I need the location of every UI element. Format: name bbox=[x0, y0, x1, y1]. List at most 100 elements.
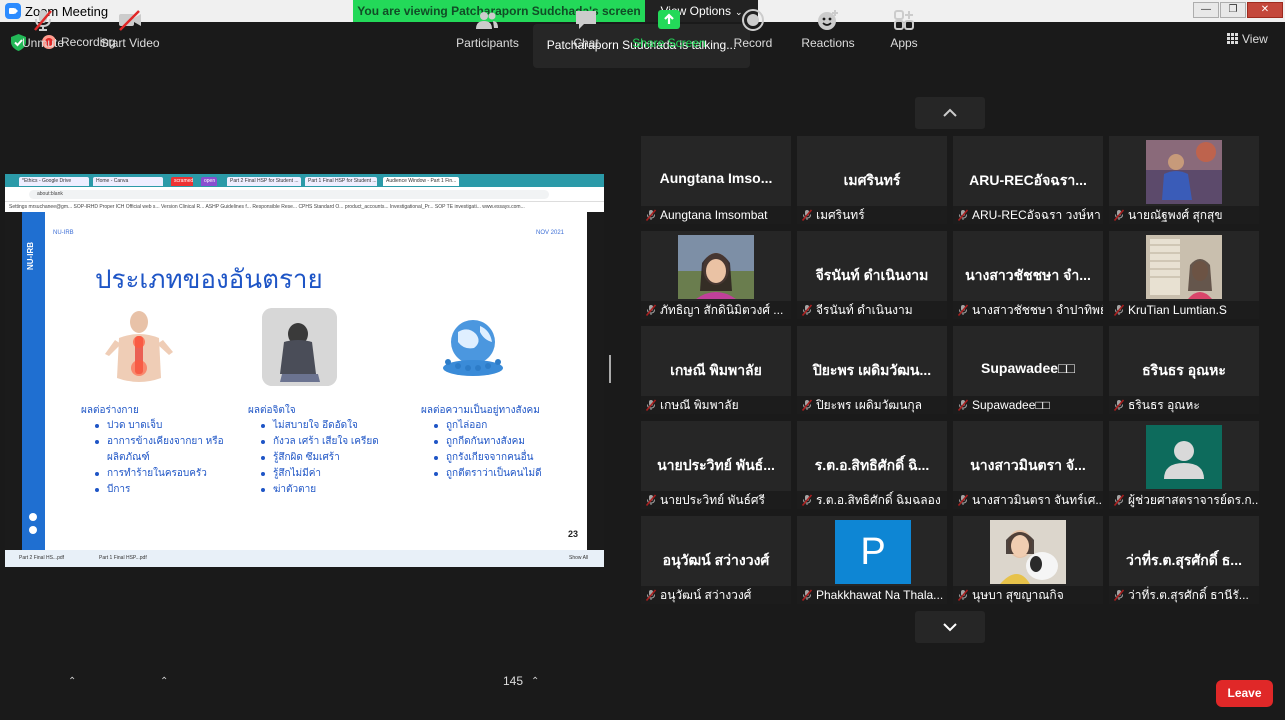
audio-options-caret-icon[interactable]: ⌃ bbox=[68, 676, 80, 688]
participant-name-label: ผู้ช่วยศาสตราจารย์ดร.ก... bbox=[1109, 491, 1259, 509]
participant-tile[interactable]: นุษบา สุขญาณกิจ bbox=[953, 516, 1103, 604]
browser-tab: *Ethics - Google Drive bbox=[19, 177, 89, 186]
gallery-prev-page-button[interactable] bbox=[915, 97, 985, 129]
chevron-down-icon bbox=[943, 623, 957, 632]
record-label: Record bbox=[733, 36, 773, 50]
participants-label: Participants bbox=[456, 36, 519, 50]
slide-left-margin bbox=[5, 212, 22, 550]
apps-button[interactable]: Apps bbox=[884, 0, 924, 57]
video-options-caret-icon[interactable]: ⌃ bbox=[160, 676, 172, 688]
participant-name-label: ธรินธร อุณหะ bbox=[1109, 396, 1259, 414]
slide-page-number: 23 bbox=[568, 529, 579, 539]
participant-tile[interactable]: นายณัฐพงศ์ สุกสุข bbox=[1109, 136, 1259, 224]
zoom-meeting-window: { "window": {"title": "Zoom Meeting", "m… bbox=[0, 0, 1285, 720]
participant-display-name: อนุวัฒน์ สว่างวงศ์ bbox=[662, 552, 770, 568]
participant-name-label: ARU-RECอัจฉรา วงษ์หา bbox=[953, 206, 1103, 224]
participant-tile[interactable]: Aungtana Imso... Aungtana Imsombat bbox=[641, 136, 791, 224]
participant-tile[interactable]: เมศรินทร์ เมศรินทร์ bbox=[797, 136, 947, 224]
participant-name-label: นุษบา สุขญาณกิจ bbox=[953, 586, 1103, 604]
participant-tile[interactable]: ผู้ช่วยศาสตราจารย์ดร.ก... bbox=[1109, 421, 1259, 509]
slide-list-item: ถูกกีดกันทางสังคม bbox=[434, 434, 584, 450]
participant-tile[interactable]: ว่าที่ร.ต.สุรศักดิ์ ธ... ว่าที่ร.ต.สุรศัก… bbox=[1109, 516, 1259, 604]
participant-name-label: นายณัฐพงศ์ สุกสุข bbox=[1109, 206, 1259, 224]
participant-tile[interactable]: ธรินธร อุณหะ ธรินธร อุณหะ bbox=[1109, 326, 1259, 414]
back-pain-image bbox=[105, 311, 173, 382]
participant-display-name: เมศรินทร์ bbox=[843, 172, 901, 188]
participant-name-label: นางสาวชัชชษา จำปาทิพย์ bbox=[953, 301, 1103, 319]
participant-name-label: Aungtana Imsombat bbox=[641, 206, 791, 224]
participant-display-name: Aungtana Imso... bbox=[659, 170, 773, 186]
participant-name-label: อนุวัฒน์ สว่างวงศ์ bbox=[641, 586, 791, 604]
participants-button[interactable]: Participants bbox=[455, 0, 520, 57]
participant-tile[interactable]: P Phakkhawat Na Thala... bbox=[797, 516, 947, 604]
participant-tile[interactable]: นางสาวมินตรา จั... นางสาวมินตรา จันทร์เศ.… bbox=[953, 421, 1103, 509]
maximize-button[interactable]: ❐ bbox=[1220, 2, 1246, 18]
slide-list-item: กังวล เศร้า เสียใจ เครียด bbox=[261, 434, 411, 450]
shared-screen: *Ethics - Google Drive Home - Canva scra… bbox=[5, 174, 604, 567]
participant-name-label: ร.ต.อ.สิทธิศักดิ์ ฉิมฉลอง bbox=[797, 491, 947, 509]
participant-name-label: เกษณี พิมพาลัย bbox=[641, 396, 791, 414]
participant-initial: P bbox=[835, 520, 911, 584]
minimize-button[interactable]: — bbox=[1193, 2, 1219, 18]
slide-list-item: ฆ่าตัวตาย bbox=[261, 482, 411, 498]
participant-name-label: ปิยะพร เผดิมวัฒนกุล bbox=[797, 396, 947, 414]
view-button[interactable]: View bbox=[1227, 32, 1277, 50]
participant-name-label: ภัทธิญา สักดินิมิตวงศ์ ... bbox=[641, 301, 791, 319]
participant-display-name: ปิยะพร เผดิมวัฒน... bbox=[812, 362, 932, 378]
leave-button[interactable]: Leave bbox=[1216, 680, 1273, 707]
participant-tile[interactable]: นางสาวชัชชษา จำ... นางสาวชัชชษา จำปาทิพย์ bbox=[953, 231, 1103, 319]
slide-list-item: รู้สึกไม่มีค่า bbox=[261, 466, 411, 482]
participant-tile[interactable]: นายประวิทย์ พันธ์... นายประวิทย์ พันธ์ศรี bbox=[641, 421, 791, 509]
participant-name-label: KruTian Lumtian.S bbox=[1109, 301, 1259, 319]
participant-tile[interactable]: KruTian Lumtian.S bbox=[1109, 231, 1259, 319]
unmute-button[interactable]: Unmute bbox=[18, 0, 68, 57]
participant-display-name: นางสาวมินตรา จั... bbox=[970, 457, 1086, 473]
participants-caret-icon[interactable]: ⌃ bbox=[531, 676, 543, 688]
reactions-button[interactable]: Reactions bbox=[800, 0, 856, 57]
participant-name-label: Supawadee□□ bbox=[953, 396, 1103, 414]
participant-tile[interactable]: เกษณี พิมพาลัย เกษณี พิมพาลัย bbox=[641, 326, 791, 414]
browser-address-bar: about:blank bbox=[5, 187, 604, 202]
share-screen-button[interactable]: Share Screen bbox=[632, 0, 706, 57]
sad-person-image bbox=[262, 308, 337, 386]
participant-name-label: Phakkhawat Na Thala... bbox=[797, 586, 947, 604]
browser-tab: open bbox=[201, 177, 217, 186]
participant-tile[interactable]: จีรนันท์ ดำเนินงาม จีรนันท์ ดำเนินงาม bbox=[797, 231, 947, 319]
start-video-label: Start Video bbox=[100, 36, 160, 50]
participant-display-name: จีรนันท์ ดำเนินงาม bbox=[815, 267, 929, 283]
muted-microphone-icon bbox=[34, 10, 52, 31]
close-button[interactable]: ✕ bbox=[1247, 2, 1283, 18]
participant-tile[interactable]: ภัทธิญา สักดินิมิตวงศ์ ... bbox=[641, 231, 791, 319]
slide-list-item: ถูกไล่ออก bbox=[434, 418, 584, 434]
share-screen-icon bbox=[658, 10, 680, 29]
participant-display-name: ธรินธร อุณหะ bbox=[1142, 362, 1226, 378]
splitter-handle[interactable] bbox=[608, 355, 611, 383]
slide-list-item: ถูกตีตราว่าเป็นคนไม่ดี bbox=[434, 466, 584, 482]
participant-display-name: ARU-RECอัจฉรา... bbox=[969, 172, 1087, 188]
participants-icon bbox=[476, 12, 498, 29]
slide-column-list: ปวด บาดเจ็บ อาการข้างเคียงจากยา หรือ ผลิ… bbox=[95, 418, 230, 498]
start-video-button[interactable]: Start Video bbox=[100, 0, 160, 57]
slide-list-item: รู้สึกผิด ซึมเศร้า bbox=[261, 450, 411, 466]
record-icon bbox=[742, 9, 764, 31]
participant-tile[interactable]: Supawadee□□ Supawadee□□ bbox=[953, 326, 1103, 414]
participant-video-thumbnail bbox=[1146, 235, 1222, 299]
participant-display-name: ว่าที่ร.ต.สุรศักดิ์ ธ... bbox=[1126, 552, 1242, 568]
slide-list-item: ถูกรังเกียจจากคนอื่น bbox=[434, 450, 584, 466]
participant-tile[interactable]: ร.ต.อ.สิทธิศักดิ์ ฉิ... ร.ต.อ.สิทธิศักดิ์… bbox=[797, 421, 947, 509]
browser-tab-active: Audience Window - Part 1 Fin... bbox=[383, 177, 459, 186]
participant-tile[interactable]: ปิยะพร เผดิมวัฒน... ปิยะพร เผดิมวัฒนกุล bbox=[797, 326, 947, 414]
apps-icon bbox=[894, 10, 914, 30]
slide-list-item: ปวด บาดเจ็บ bbox=[95, 418, 230, 434]
participant-tile[interactable]: อนุวัฒน์ สว่างวงศ์ อนุวัฒน์ สว่างวงศ์ bbox=[641, 516, 791, 604]
participant-tile[interactable]: ARU-RECอัจฉรา... ARU-RECอัจฉรา วงษ์หา bbox=[953, 136, 1103, 224]
slide-column-heading: ผลต่อร่างกาย bbox=[81, 405, 139, 416]
record-button[interactable]: Record bbox=[732, 0, 774, 57]
participant-display-name: นางสาวชัชชษา จำ... bbox=[965, 267, 1091, 283]
browser-download-bar: Part 2 Final HS...pdf Part 1 Final HSP..… bbox=[5, 550, 604, 567]
gallery-next-page-button[interactable] bbox=[915, 611, 985, 643]
slide-dot bbox=[29, 513, 37, 521]
slide-title: ประเภทของอันตราย bbox=[95, 265, 323, 295]
chat-button[interactable]: Chat bbox=[566, 0, 606, 57]
participant-display-name: Supawadee□□ bbox=[981, 360, 1075, 376]
